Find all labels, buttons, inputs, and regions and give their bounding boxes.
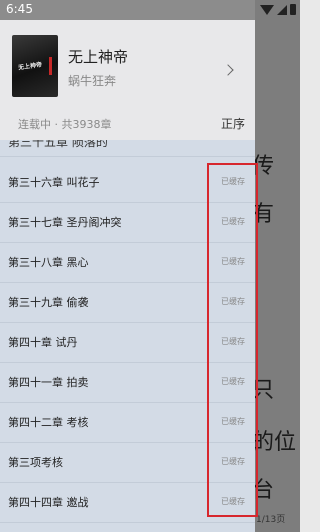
signal-icon	[277, 4, 287, 15]
sort-order-button[interactable]: 正序	[221, 115, 245, 132]
chapter-title: 第四十二章 考核	[8, 416, 89, 429]
book-author: 蜗牛狂奔	[68, 74, 117, 88]
status-icons	[260, 4, 296, 15]
reader-text: 的位	[252, 430, 297, 455]
wifi-icon	[260, 4, 274, 15]
cover-title: 无上神帝	[17, 61, 43, 72]
list-item[interactable]: 第三十五章 陨落的	[0, 140, 255, 157]
book-header[interactable]: 无上神帝 无上神帝 蜗牛狂奔	[0, 20, 255, 108]
serial-status: 连载中 · 共3938章	[18, 118, 112, 131]
chapter-title: 第四十四章 邀战	[8, 496, 89, 509]
book-title: 无上神帝	[68, 48, 129, 66]
chapter-meta-row: 连载中 · 共3938章 正序	[0, 108, 255, 136]
cover-accent	[49, 57, 52, 75]
chapter-title: 第三十五章 陨落的	[8, 140, 108, 149]
chapter-title: 第四十章 试丹	[8, 336, 78, 349]
chapter-title: 第三十六章 叫花子	[8, 176, 100, 189]
chapter-title: 第四十一章 拍卖	[8, 376, 89, 389]
chapter-title: 第三项考核	[8, 456, 63, 469]
chapter-title: 第三十八章 黑心	[8, 256, 89, 269]
page-indicator: 1/13页	[256, 515, 286, 525]
drawer-status-bar: 6:45	[0, 0, 255, 20]
book-cover: 无上神帝	[12, 35, 58, 97]
status-time: 6:45	[6, 2, 33, 16]
battery-icon	[290, 4, 296, 15]
chapter-title: 第三十七章 圣丹阁冲突	[8, 216, 122, 229]
highlight-box	[207, 163, 258, 517]
chevron-right-icon[interactable]	[222, 64, 234, 76]
chapter-title: 第三十九章 偷袭	[8, 296, 89, 309]
